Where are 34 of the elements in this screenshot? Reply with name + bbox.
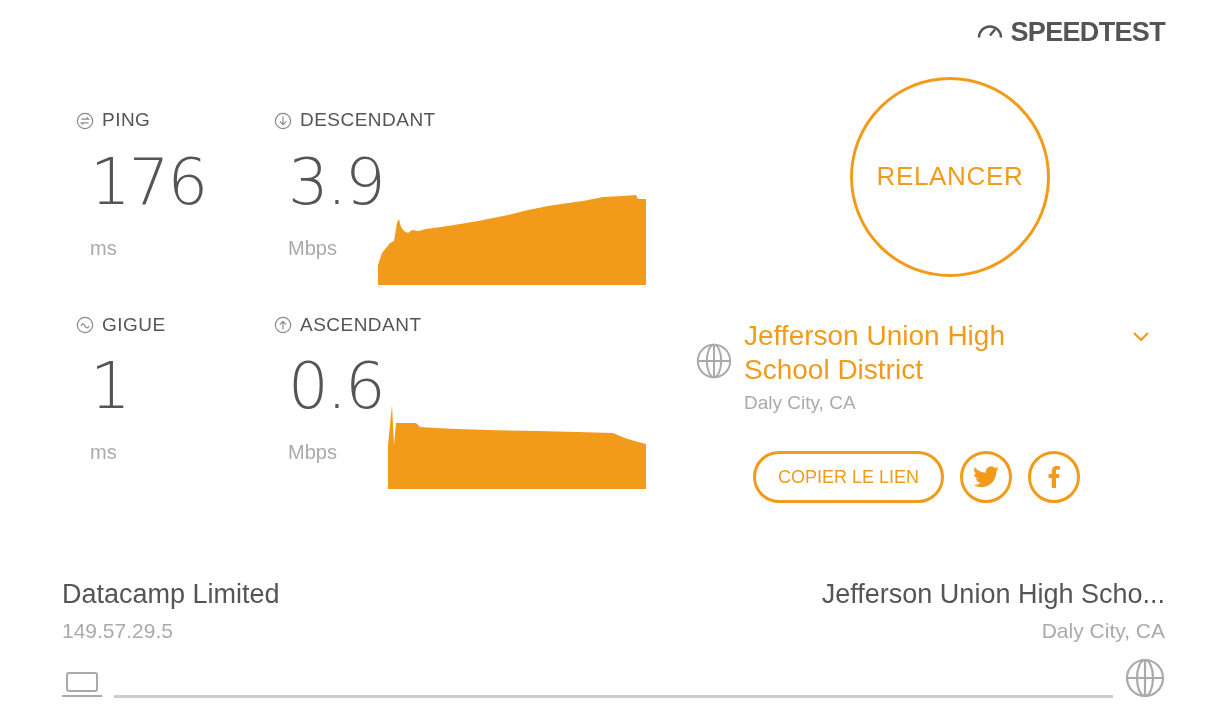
- metric-value: 3.9: [288, 143, 385, 221]
- bird-share-button[interactable]: [960, 451, 1013, 503]
- chevron-down-icon[interactable]: [1132, 330, 1150, 343]
- globe-icon: [1125, 658, 1165, 698]
- laptop-icon: [62, 670, 102, 698]
- server-name[interactable]: Jefferson Union High School District: [744, 318, 1084, 387]
- client-name: Datacamp Limited: [62, 578, 280, 611]
- metric-label: PING: [102, 108, 151, 133]
- metric-label: DESCENDANT: [300, 108, 436, 133]
- copy-link-button[interactable]: COPIER LE LIEN: [753, 451, 945, 503]
- ping-icon: [76, 111, 94, 130]
- metric-label: GIGUE: [102, 312, 166, 337]
- wave-icon: [76, 315, 94, 334]
- client-ip: 149.57.29.5: [62, 617, 174, 644]
- metric-value: 1: [90, 347, 130, 425]
- metric-label: ASCENDANT: [300, 312, 422, 337]
- server-location: Daly City, CA: [744, 390, 857, 415]
- metric-value: 176: [90, 143, 208, 221]
- f-share-button[interactable]: [1028, 451, 1081, 503]
- bird-icon: [973, 466, 1000, 488]
- metric-unit: Mbps: [288, 235, 338, 261]
- metric-unit: ms: [90, 439, 118, 465]
- metric-value: 0.6: [288, 347, 385, 425]
- f-letter-icon: [1048, 466, 1061, 488]
- brand-logo: SPEEDTEST: [1010, 16, 1165, 49]
- restart-button[interactable]: RELANCER: [850, 76, 1050, 277]
- server-location: Daly City, CA: [1041, 617, 1165, 644]
- server-name: Jefferson Union High Scho...: [821, 578, 1165, 611]
- upload-icon: [274, 315, 292, 334]
- download-icon: [274, 111, 292, 130]
- globe-icon: [696, 342, 732, 379]
- metric-unit: Mbps: [288, 439, 338, 465]
- gauge-icon: [976, 25, 1003, 40]
- metric-unit: ms: [90, 235, 118, 261]
